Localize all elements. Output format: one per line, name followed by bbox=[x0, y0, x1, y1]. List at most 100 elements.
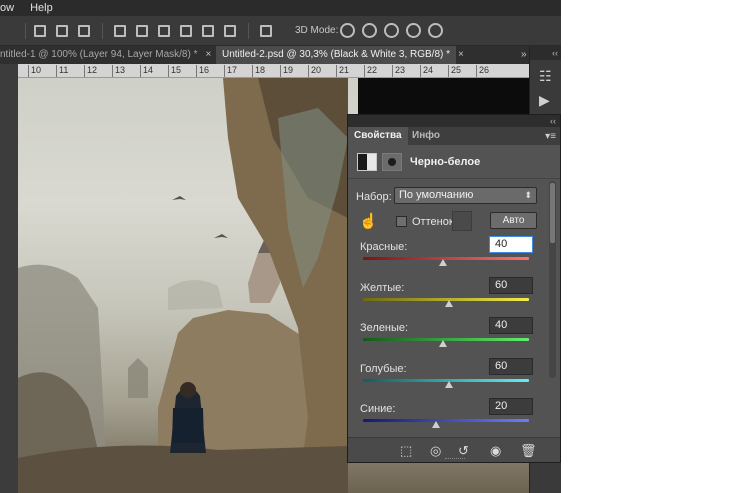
rotate-3d-icon[interactable] bbox=[340, 23, 355, 38]
photoshop-window: ow Help 3D Mode: ntitled-1 @ 100% (Layer… bbox=[0, 0, 561, 493]
mode-3d-label: 3D Mode: bbox=[295, 25, 339, 36]
panel-scrollbar[interactable] bbox=[549, 181, 556, 378]
clip-to-layer-icon[interactable]: ⬚ bbox=[400, 443, 412, 459]
distribute-bottom-icon[interactable] bbox=[158, 25, 170, 37]
ruler-tick: 11 bbox=[56, 65, 68, 77]
tab-info[interactable]: Инфо bbox=[406, 127, 446, 145]
distribute-center-icon[interactable] bbox=[202, 25, 214, 37]
ruler-tick: 24 bbox=[420, 65, 433, 77]
tab-properties[interactable]: Свойства bbox=[348, 127, 408, 145]
adjustment-header: Черно-белое bbox=[348, 145, 560, 179]
close-icon[interactable]: × bbox=[205, 49, 211, 60]
auto-align-icon[interactable] bbox=[260, 25, 272, 37]
slider-thumb[interactable] bbox=[432, 421, 441, 428]
align-bottom-icon[interactable] bbox=[78, 25, 90, 37]
slider-yellows: Желтые: 60 bbox=[348, 277, 548, 322]
panel-bottom-bar: ⬚ ◎ ↺ ◉ 🗑 bbox=[348, 437, 560, 462]
slide-3d-icon[interactable] bbox=[406, 23, 421, 38]
preset-value: По умолчанию bbox=[399, 189, 474, 201]
tab-untitled-1[interactable]: ntitled-1 @ 100% (Layer 94, Layer Mask/8… bbox=[0, 46, 214, 64]
distribute-middle-icon[interactable] bbox=[136, 25, 148, 37]
tabs-overflow-icon[interactable]: » bbox=[521, 46, 527, 64]
cyans-value-input[interactable]: 60 bbox=[489, 358, 533, 375]
ruler-tick: 10 bbox=[28, 65, 41, 77]
slider-thumb[interactable] bbox=[445, 300, 454, 307]
drag-3d-icon[interactable] bbox=[384, 23, 399, 38]
greens-value-input[interactable]: 40 bbox=[489, 317, 533, 334]
tint-checkbox[interactable] bbox=[396, 216, 407, 227]
auto-button[interactable]: Авто bbox=[490, 212, 537, 229]
divider bbox=[248, 23, 249, 39]
tint-color-swatch[interactable] bbox=[452, 211, 472, 231]
adjustment-title: Черно-белое bbox=[410, 156, 481, 168]
reset-icon[interactable]: ↺ bbox=[458, 443, 469, 459]
slider-thumb[interactable] bbox=[445, 381, 454, 388]
tab-label: ntitled-1 @ 100% (Layer 94, Layer Mask/8… bbox=[0, 49, 198, 60]
slider-label: Зеленые: bbox=[360, 322, 409, 334]
ruler-tick: 15 bbox=[168, 65, 181, 77]
menu-item-help[interactable]: Help bbox=[30, 2, 53, 14]
actions-icon[interactable]: ☷ bbox=[539, 68, 552, 85]
layer-mask-icon[interactable] bbox=[382, 153, 402, 171]
tint-label: Оттенок bbox=[412, 216, 454, 228]
view-previous-state-icon[interactable]: ◎ bbox=[430, 443, 441, 459]
collapse-panel-icon[interactable]: ‹‹ bbox=[348, 115, 560, 127]
panel-tabs: Свойства Инфо ▾≡ bbox=[348, 127, 560, 145]
slider-label: Голубые: bbox=[360, 363, 407, 375]
ruler-tick: 17 bbox=[224, 65, 237, 77]
ruler-tick: 25 bbox=[448, 65, 461, 77]
slider-greens: Зеленые: 40 bbox=[348, 317, 548, 362]
ruler-tick: 23 bbox=[392, 65, 405, 77]
menu-item-window[interactable]: ow bbox=[0, 2, 14, 14]
roll-3d-icon[interactable] bbox=[362, 23, 377, 38]
align-top-icon[interactable] bbox=[34, 25, 46, 37]
distribute-left-icon[interactable] bbox=[180, 25, 192, 37]
slider-cyans: Голубые: 60 bbox=[348, 358, 548, 403]
ruler-tick: 21 bbox=[336, 65, 349, 77]
ruler-tick: 18 bbox=[252, 65, 265, 77]
menu-bar: ow Help bbox=[0, 0, 561, 16]
ruler-tick: 20 bbox=[308, 65, 321, 77]
tab-untitled-2[interactable]: Untitled-2.psd @ 30,3% (Black & White 3,… bbox=[216, 46, 464, 64]
play-icon[interactable]: ▶ bbox=[539, 92, 550, 109]
slider-label: Желтые: bbox=[360, 282, 405, 294]
ruler-tick: 13 bbox=[112, 65, 125, 77]
distribute-top-icon[interactable] bbox=[114, 25, 126, 37]
resize-grip[interactable] bbox=[445, 458, 465, 461]
slider-label: Красные: bbox=[360, 241, 408, 253]
ruler-tick: 26 bbox=[476, 65, 489, 77]
blues-value-input[interactable]: 20 bbox=[489, 398, 533, 415]
slider-reds: Красные: 40 bbox=[348, 236, 548, 281]
distribute-right-icon[interactable] bbox=[224, 25, 236, 37]
visibility-eye-icon[interactable]: ◉ bbox=[490, 443, 501, 459]
slider-thumb[interactable] bbox=[438, 259, 447, 266]
tab-label: Untitled-2.psd @ 30,3% (Black & White 3,… bbox=[222, 49, 451, 60]
scale-3d-icon[interactable] bbox=[428, 23, 443, 38]
preset-dropdown[interactable]: По умолчанию ⬍ bbox=[394, 187, 537, 204]
options-bar: 3D Mode: bbox=[0, 16, 561, 46]
divider bbox=[25, 23, 26, 39]
ruler-tick: 14 bbox=[140, 65, 153, 77]
black-white-adjustment-icon[interactable] bbox=[357, 153, 377, 171]
close-icon[interactable]: × bbox=[458, 49, 464, 60]
properties-panel: ‹‹ Свойства Инфо ▾≡ Черно-белое Набор: П… bbox=[347, 114, 561, 463]
yellows-value-input[interactable]: 60 bbox=[489, 277, 533, 294]
chevron-updown-icon: ⬍ bbox=[524, 190, 532, 200]
divider bbox=[102, 23, 103, 39]
reds-value-input[interactable]: 40 bbox=[489, 236, 533, 253]
delete-icon[interactable]: 🗑 bbox=[520, 443, 537, 459]
document-tabs: ntitled-1 @ 100% (Layer 94, Layer Mask/8… bbox=[0, 46, 529, 64]
ruler-tick: 16 bbox=[196, 65, 209, 77]
targeted-adjustment-hand-icon[interactable]: ☝ bbox=[359, 212, 378, 230]
slider-thumb[interactable] bbox=[438, 340, 447, 347]
slider-label: Синие: bbox=[360, 403, 396, 415]
panel-menu-icon[interactable]: ▾≡ bbox=[545, 131, 556, 142]
ruler-tick: 12 bbox=[84, 65, 97, 77]
ruler-tick: 19 bbox=[280, 65, 293, 77]
vertical-ruler bbox=[0, 64, 18, 493]
collapse-dock-icon[interactable]: ‹‹ bbox=[530, 46, 561, 60]
ruler-tick: 22 bbox=[364, 65, 377, 77]
align-middle-icon[interactable] bbox=[56, 25, 68, 37]
horizontal-ruler: 10 11 12 13 14 15 16 17 18 19 20 21 22 2… bbox=[18, 64, 529, 78]
slider-track[interactable] bbox=[363, 419, 529, 422]
